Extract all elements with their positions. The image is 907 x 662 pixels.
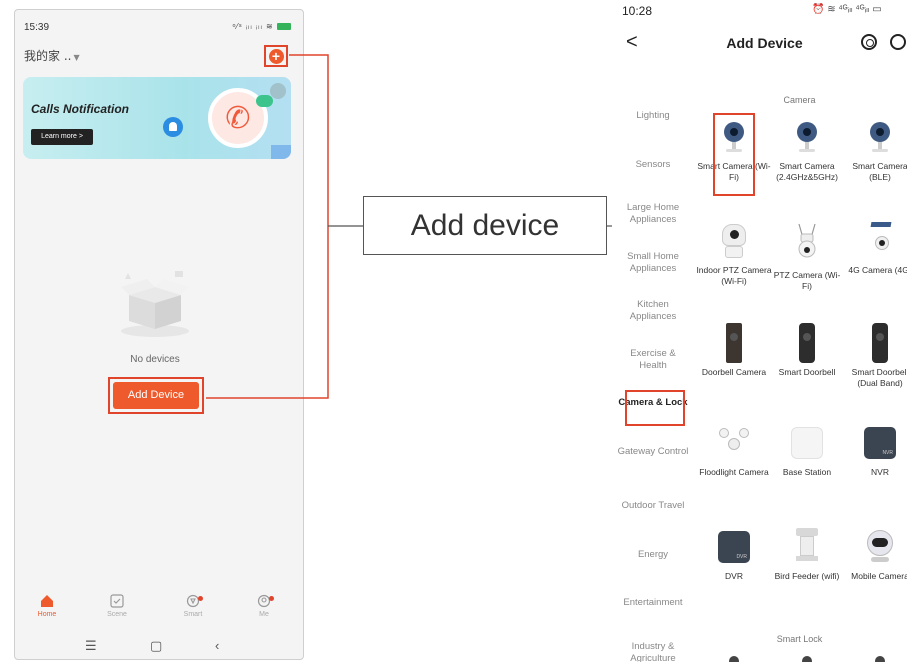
doorbell-icon [790,322,824,364]
device-name: Smart Camera (BLE) [852,161,907,182]
device-4g-camera[interactable]: 4G Camera (4G) [842,220,907,276]
ptz-camera-icon [717,220,751,262]
status-time: 10:28 [622,4,653,18]
device-ptz-camera[interactable]: PTZ Camera (Wi-Fi) [769,220,845,291]
dvr-icon [717,526,751,568]
category-gateway-control[interactable]: Gateway Control [616,446,690,458]
solar-camera-icon [863,220,897,262]
nvr-icon [863,422,897,464]
smart-lock-icon [802,656,812,662]
callout-text: Add device [410,208,560,242]
category-outdoor-travel[interactable]: Outdoor Travel [616,500,690,512]
section-title-smart-lock: Smart Lock [776,634,823,644]
device-name: Mobile Camera [851,571,907,581]
bullet-camera-icon [863,116,897,158]
smart-lock-icon [729,656,739,662]
doorbell-icon [717,322,751,364]
callout-box: Add device [363,196,607,255]
selected-device-highlight [713,113,755,196]
device-name: Base Station [782,467,832,477]
device-doorbell-camera[interactable]: Doorbell Camera [696,322,772,378]
section-title-camera: Camera [783,95,816,105]
device-name: PTZ Camera (Wi-Fi) [773,270,841,291]
device-name: 4G Camera (4G) [848,265,907,275]
device-name: Doorbell Camera [701,367,767,377]
category-exercise-health[interactable]: Exercise & Health [616,348,690,372]
floodlight-icon [717,422,751,464]
category-small-home-appliances[interactable]: Small Home Appliances [616,251,690,275]
category-energy[interactable]: Energy [616,549,690,561]
active-category-highlight [625,390,685,426]
device-name: Smart Doorbell (Dual Band) [851,367,907,388]
doorbell-icon [863,322,897,364]
scan-icon[interactable] [861,34,877,50]
category-sensors[interactable]: Sensors [616,159,690,171]
device-base-station[interactable]: Base Station [769,422,845,478]
device-name: DVR [725,571,743,581]
device-indoor-ptz-camera[interactable]: Indoor PTZ Camera (Wi-Fi) [696,220,772,286]
device-floodlight-camera[interactable]: Floodlight Camera [696,422,772,478]
add-device-screen: 10:28 ⏰ ≋ ⁴ᴳᵢₗₗ ⁴ᴳᵢₗₗ ▭ < Add Device Lig… [612,0,907,662]
search-icon[interactable] [890,34,906,50]
bullet-camera-icon [790,116,824,158]
bird-feeder-icon [790,526,824,568]
device-smart-doorbell[interactable]: Smart Doorbell [769,322,845,378]
device-name: Smart Camera (2.4GHz&5GHz) [776,161,838,182]
category-lighting[interactable]: Lighting [616,110,690,122]
device-name: Smart Doorbell [778,367,836,377]
device-mobile-camera[interactable]: Mobile Camera [842,526,907,582]
category-entertainment[interactable]: Entertainment [616,597,690,609]
category-kitchen-appliances[interactable]: Kitchen Appliances [616,299,690,323]
smart-lock-icon [875,656,885,662]
category-large-home-appliances[interactable]: Large Home Appliances [616,202,690,226]
device-smart-camera-dual-band[interactable]: Smart Camera (2.4GHz&5GHz) [769,116,845,182]
base-station-icon [790,422,824,464]
device-smart-camera-ble[interactable]: Smart Camera (BLE) [842,116,907,182]
device-smart-doorbell-dual-band[interactable]: Smart Doorbell (Dual Band) [842,322,907,388]
device-bird-feeder[interactable]: Bird Feeder (wifi) [769,526,845,582]
outdoor-ptz-camera-icon [798,223,816,258]
robot-camera-icon [863,526,897,568]
device-name: Indoor PTZ Camera (Wi-Fi) [696,265,772,286]
status-icons: ⏰ ≋ ⁴ᴳᵢₗₗ ⁴ᴳᵢₗₗ ▭ [812,4,882,15]
device-nvr[interactable]: NVR [842,422,907,478]
device-name: Floodlight Camera [699,467,769,477]
category-industry-agriculture[interactable]: Industry & Agriculture [616,641,690,662]
device-name: NVR [871,467,889,477]
device-name: Bird Feeder (wifi) [774,571,840,581]
device-dvr[interactable]: DVR [696,526,772,582]
